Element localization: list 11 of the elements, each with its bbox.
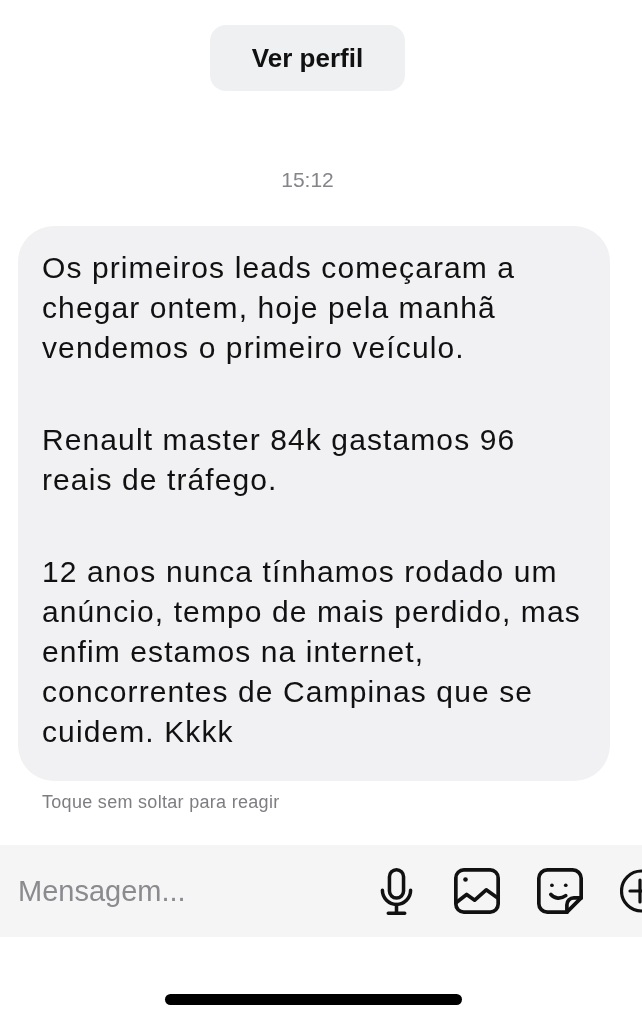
message-text: Os primeiros leads começaram a chegar ontem, hoje pela manhã vendemos o primeiro veículo. xyxy=(42,250,517,366)
message-text: Renault master 84k gastamos 96 reais de tráfego. xyxy=(42,422,517,498)
microphone-icon[interactable] xyxy=(380,867,413,915)
view-profile-button[interactable]: Ver perfil xyxy=(210,25,405,91)
reaction-hint: Toque sem soltar para reagir xyxy=(41,791,281,813)
message-input[interactable]: Mensagem... xyxy=(18,869,318,913)
message-text: 12 anos nunca tínhamos rodado um anúncio, tempo de mais perdido, mas enfim estamos na internet, concorrentes de Campinas que se cuidem. Kkkk xyxy=(42,554,582,750)
sticker-icon[interactable] xyxy=(537,868,583,914)
image-icon[interactable] xyxy=(454,868,500,914)
message-timestamp: 15:12 xyxy=(280,168,335,192)
add-icon[interactable] xyxy=(620,868,642,914)
